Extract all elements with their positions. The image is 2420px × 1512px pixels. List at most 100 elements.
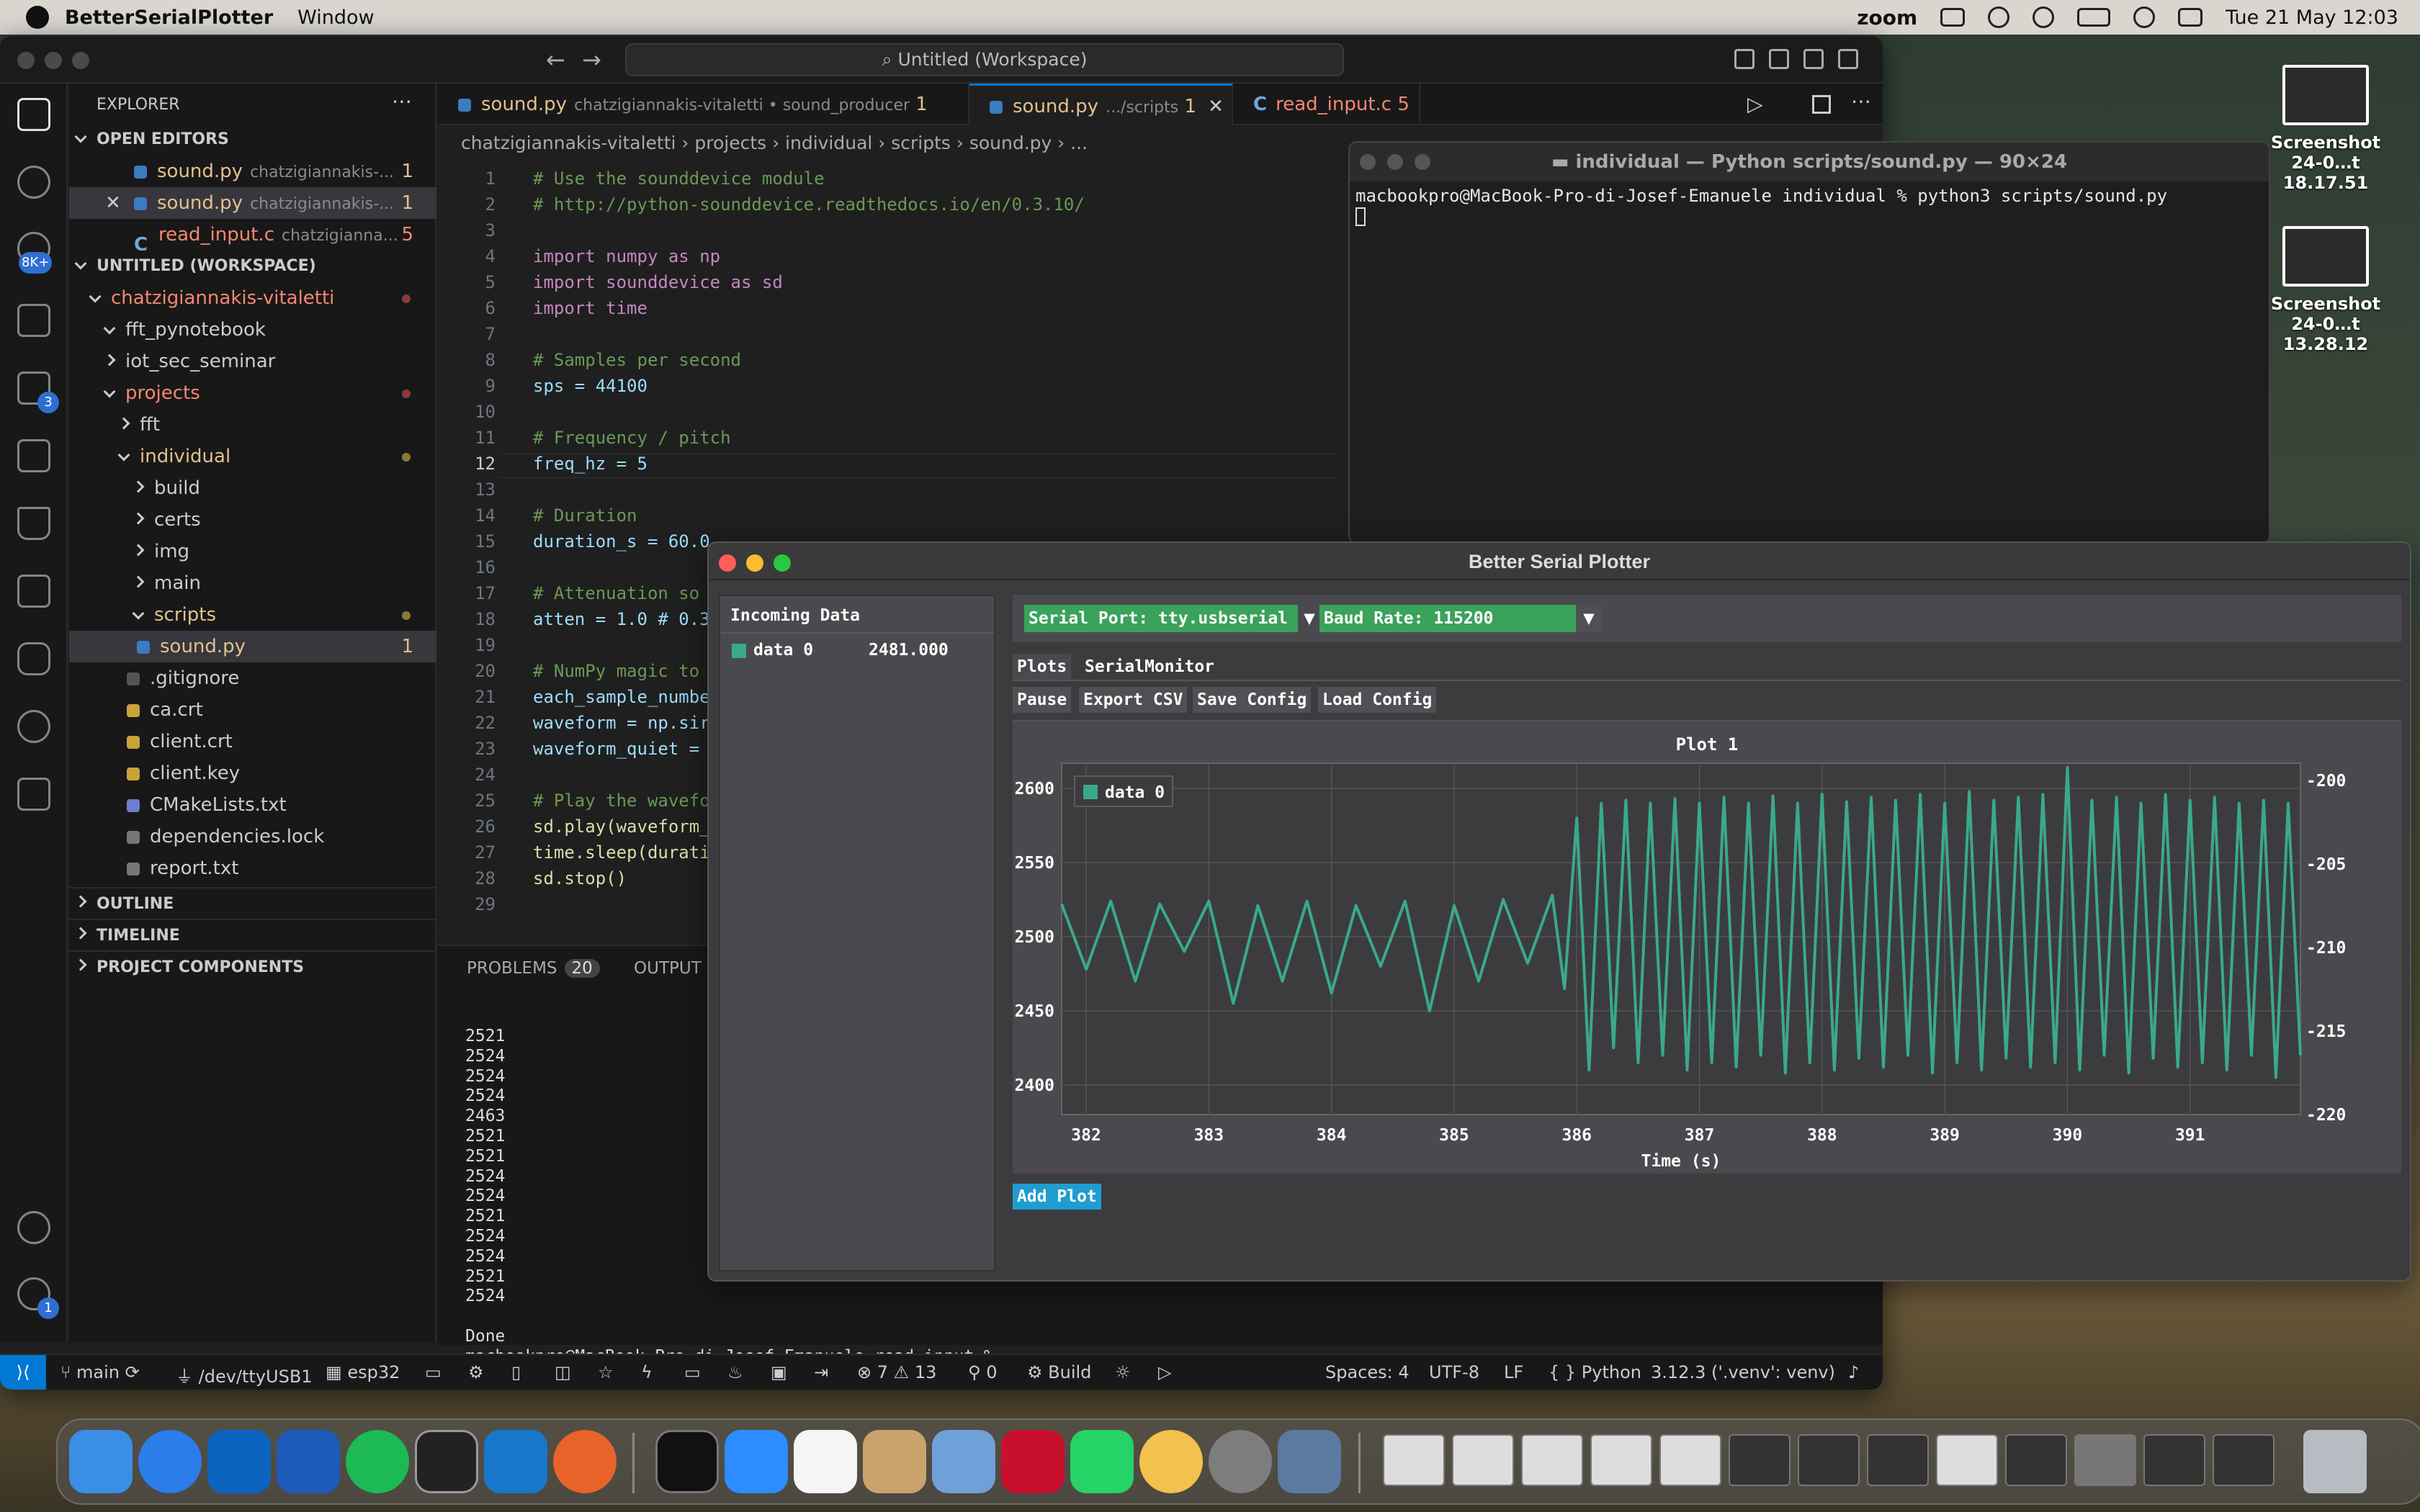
minimized-window-thumbnail[interactable] bbox=[1521, 1434, 1583, 1486]
terminal-app-icon[interactable] bbox=[415, 1430, 478, 1493]
minimized-window-thumbnail[interactable] bbox=[1729, 1434, 1791, 1486]
more-actions-icon[interactable]: ⋯ bbox=[1851, 89, 1871, 113]
settings-gear-icon[interactable]: ⚙ bbox=[468, 1362, 484, 1382]
safari-icon[interactable] bbox=[138, 1430, 202, 1493]
activity-monitor-icon[interactable] bbox=[655, 1430, 719, 1493]
minimized-window-thumbnail[interactable] bbox=[1867, 1434, 1929, 1486]
tree-folder[interactable]: scripts bbox=[69, 599, 436, 631]
back-arrow-icon[interactable]: ← bbox=[546, 46, 565, 73]
add-plot-button[interactable]: Add Plot bbox=[1013, 1184, 1101, 1210]
acrobat-icon[interactable] bbox=[1001, 1430, 1065, 1493]
minimized-window-thumbnail[interactable] bbox=[1452, 1434, 1514, 1486]
tree-folder[interactable]: projects bbox=[69, 377, 436, 409]
more-actions-icon[interactable]: ⋯ bbox=[392, 89, 412, 113]
spotify-icon[interactable] bbox=[346, 1430, 409, 1493]
split-editor-icon[interactable] bbox=[1812, 95, 1831, 114]
tree-file[interactable]: ca.crt bbox=[69, 694, 436, 726]
plot-1-chart[interactable]: Plot 1 382 383 384 385 386 387 388 389 390 391 2600… bbox=[1013, 721, 2401, 1174]
workspace-header[interactable]: UNTITLED (WORKSPACE) bbox=[69, 251, 436, 282]
terminal-icon[interactable]: ▣ bbox=[771, 1362, 787, 1382]
explorer-icon[interactable] bbox=[17, 98, 50, 131]
series-color-swatch[interactable] bbox=[732, 644, 746, 658]
desktop-file[interactable]: Screenshot 24-0…t 13.28.12 bbox=[2250, 226, 2401, 354]
debug-icon[interactable]: ☼ bbox=[1115, 1362, 1131, 1382]
close-tab-icon[interactable]: ✕ bbox=[1208, 96, 1224, 117]
open-editors-header[interactable]: OPEN EDITORS bbox=[69, 124, 436, 156]
remote-indicator-icon[interactable]: ⟩⟨ bbox=[0, 1355, 46, 1390]
git-branch[interactable]: ⑂ main ⟳ bbox=[60, 1362, 140, 1382]
series-name[interactable]: data 0 bbox=[753, 641, 813, 660]
flame-icon[interactable]: ♨ bbox=[727, 1362, 743, 1382]
whatsapp-icon[interactable] bbox=[1070, 1430, 1134, 1493]
minimized-window-thumbnail[interactable] bbox=[1798, 1434, 1860, 1486]
run-file-icon[interactable]: ▷ bbox=[1747, 92, 1763, 116]
tab-serial-monitor[interactable]: SerialMonitor bbox=[1080, 654, 1219, 680]
preview-icon[interactable] bbox=[932, 1430, 995, 1493]
zoom-menu-item[interactable]: zoom bbox=[1857, 6, 1917, 30]
trash-icon[interactable]: ▯ bbox=[511, 1362, 521, 1382]
minimized-window-thumbnail[interactable] bbox=[2143, 1434, 2205, 1486]
slack-icon[interactable] bbox=[794, 1430, 857, 1493]
chevron-down-icon[interactable]: ▼ bbox=[1298, 605, 1321, 632]
tree-folder[interactable]: fft_pynotebook bbox=[69, 314, 436, 346]
baud-rate-select[interactable]: Baud Rate: 115200 bbox=[1319, 605, 1577, 632]
folder-icon[interactable]: ▭ bbox=[425, 1362, 442, 1382]
build-status[interactable]: ⚙ Build bbox=[1027, 1362, 1091, 1382]
tree-folder[interactable]: individual bbox=[69, 441, 436, 472]
monitor-icon[interactable]: ▭ bbox=[684, 1362, 701, 1382]
word-icon[interactable] bbox=[277, 1430, 340, 1493]
screen-record-icon[interactable] bbox=[1988, 6, 2010, 28]
run-icon[interactable]: ▷ bbox=[1158, 1362, 1171, 1382]
tree-folder[interactable]: iot_sec_seminar bbox=[69, 346, 436, 377]
outlook-icon[interactable] bbox=[207, 1430, 271, 1493]
tree-folder[interactable]: chatzigiannakis-vitaletti bbox=[69, 282, 436, 314]
testing-icon[interactable] bbox=[17, 507, 50, 540]
zoom-icon[interactable] bbox=[725, 1430, 788, 1493]
minimized-window-thumbnail[interactable] bbox=[1936, 1434, 1998, 1486]
project-components-header[interactable]: PROJECT COMPONENTS bbox=[69, 950, 436, 982]
star-icon[interactable]: ☆ bbox=[598, 1362, 614, 1382]
minimized-window-thumbnail[interactable] bbox=[1659, 1434, 1721, 1486]
tree-file[interactable]: client.crt bbox=[69, 726, 436, 757]
clock[interactable]: Tue 21 May 12:03 bbox=[2226, 6, 2398, 29]
minimized-window-thumbnail[interactable] bbox=[1383, 1434, 1445, 1486]
chevron-down-icon[interactable]: ▼ bbox=[1576, 605, 1602, 632]
close-window-button[interactable] bbox=[1360, 154, 1376, 170]
play-icon[interactable] bbox=[2033, 6, 2055, 28]
toggle-sidebar-icon[interactable] bbox=[1734, 49, 1754, 69]
tree-file[interactable]: CMakeLists.txt bbox=[69, 789, 436, 821]
export-icon[interactable]: ⇥ bbox=[814, 1362, 828, 1382]
eol-status[interactable]: LF bbox=[1504, 1362, 1523, 1382]
outlook-menu-icon[interactable] bbox=[1940, 8, 1966, 27]
target-status[interactable]: ▦ esp32 bbox=[326, 1362, 400, 1382]
save-config-button[interactable]: Save Config bbox=[1193, 687, 1312, 713]
tree-folder[interactable]: fft bbox=[69, 409, 436, 441]
control-center-icon[interactable] bbox=[2178, 8, 2203, 27]
tab-plots[interactable]: Plots bbox=[1013, 654, 1072, 680]
database-icon[interactable]: ◫ bbox=[555, 1362, 571, 1382]
toggle-panel-icon[interactable] bbox=[1769, 49, 1789, 69]
tab-sound-py-scripts[interactable]: sound.py .../scripts 1 ✕ bbox=[969, 84, 1233, 125]
tab-sound-py-producer[interactable]: sound.py chatzigiannakis-vitaletti • soun… bbox=[438, 84, 969, 125]
tree-file[interactable]: sound.py 1 bbox=[69, 631, 436, 662]
problems-status[interactable]: ⊗ 7 ⚠ 13 bbox=[857, 1362, 936, 1382]
serial-plotter-app-icon[interactable] bbox=[1278, 1430, 1341, 1493]
run-debug-icon[interactable] bbox=[17, 304, 50, 337]
search-icon[interactable] bbox=[17, 166, 50, 199]
tab-problems[interactable]: PROBLEMS 20 bbox=[467, 959, 600, 978]
archive-utility-icon[interactable] bbox=[863, 1430, 926, 1493]
battery-icon[interactable] bbox=[2077, 8, 2111, 27]
minimize-window-button[interactable] bbox=[45, 52, 62, 69]
flash-icon[interactable]: ϟ bbox=[641, 1362, 653, 1382]
timeline-header[interactable]: TIMELINE bbox=[69, 919, 436, 950]
tab-read-input-c[interactable]: Cread_input.c 5 bbox=[1233, 84, 1420, 125]
close-window-button[interactable] bbox=[17, 52, 35, 69]
tree-file[interactable]: client.key bbox=[69, 757, 436, 789]
tree-file[interactable]: .gitignore bbox=[69, 662, 436, 694]
terminal-body[interactable]: macbookpro@MacBook-Pro-di-Josef-Emanuele… bbox=[1355, 186, 2167, 226]
tree-folder[interactable]: certs bbox=[69, 504, 436, 536]
serial-port-select[interactable]: Serial Port: tty.usbserial bbox=[1024, 605, 1315, 632]
zoom-window-button[interactable] bbox=[774, 554, 791, 572]
customize-layout-icon[interactable] bbox=[1838, 49, 1858, 69]
system-settings-icon[interactable] bbox=[1209, 1430, 1272, 1493]
